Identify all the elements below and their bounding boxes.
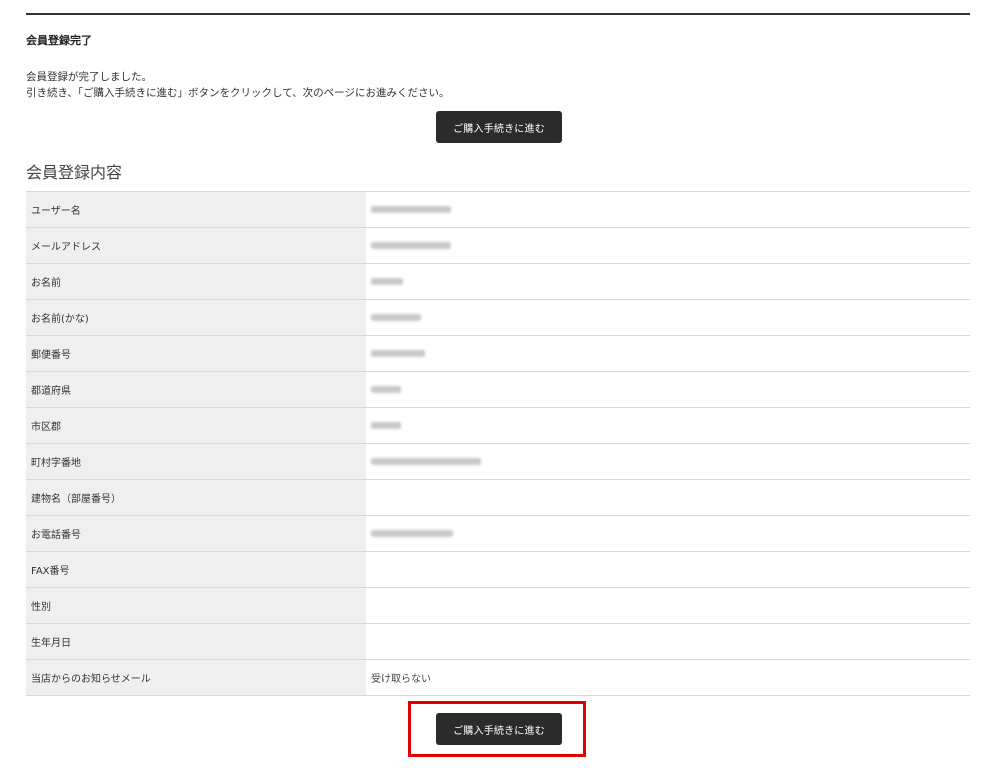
row-label-city: 市区郡 bbox=[26, 407, 366, 444]
row-value-street-address bbox=[366, 443, 970, 480]
redacted-value bbox=[371, 385, 401, 393]
table-row: ユーザー名 bbox=[26, 191, 970, 228]
row-value-name bbox=[366, 263, 970, 300]
row-label-prefecture: 都道府県 bbox=[26, 371, 366, 408]
table-row: お名前(かな) bbox=[26, 299, 970, 336]
table-row: 町村字番地 bbox=[26, 443, 970, 480]
completion-message-line: 会員登録が完了しました。 bbox=[26, 71, 152, 83]
redacted-value bbox=[371, 349, 425, 357]
table-row: お名前 bbox=[26, 263, 970, 300]
redacted-value bbox=[371, 205, 451, 213]
row-label-birthday: 生年月日 bbox=[26, 623, 366, 660]
row-label-email: メールアドレス bbox=[26, 227, 366, 264]
redacted-value bbox=[371, 421, 401, 429]
proceed-to-checkout-button[interactable]: ご購入手続きに進む bbox=[436, 111, 562, 143]
table-row: 当店からのお知らせメール 受け取らない bbox=[26, 659, 970, 696]
row-label-postal-code: 郵便番号 bbox=[26, 335, 366, 372]
redacted-value bbox=[371, 277, 403, 285]
row-value-postal-code bbox=[366, 335, 970, 372]
table-row: 都道府県 bbox=[26, 371, 970, 408]
registration-details-title: 会員登録内容 bbox=[26, 163, 123, 182]
redacted-value bbox=[371, 241, 451, 249]
table-row: FAX番号 bbox=[26, 551, 970, 588]
row-label-newsletter: 当店からのお知らせメール bbox=[26, 659, 366, 696]
row-label-fax: FAX番号 bbox=[26, 551, 366, 588]
row-value-email bbox=[366, 227, 970, 264]
completion-message: 会員登録が完了しました。 引き続き、「ご購入手続きに進む」ボタンをクリックして、… bbox=[26, 69, 449, 101]
row-value-prefecture bbox=[366, 371, 970, 408]
row-label-name-kana: お名前(かな) bbox=[26, 299, 366, 336]
row-value-newsletter: 受け取らない bbox=[366, 659, 970, 696]
table-row: 郵便番号 bbox=[26, 335, 970, 372]
row-label-name: お名前 bbox=[26, 263, 366, 300]
row-label-street-address: 町村字番地 bbox=[26, 443, 366, 480]
row-value-phone bbox=[366, 515, 970, 552]
top-divider bbox=[26, 13, 970, 15]
row-value-building bbox=[366, 479, 970, 516]
row-label-building: 建物名（部屋番号） bbox=[26, 479, 366, 516]
redacted-value bbox=[371, 529, 453, 537]
row-value-city bbox=[366, 407, 970, 444]
registration-complete-heading: 会員登録完了 bbox=[26, 34, 92, 47]
row-value-gender bbox=[366, 587, 970, 624]
table-row: お電話番号 bbox=[26, 515, 970, 552]
table-row: メールアドレス bbox=[26, 227, 970, 264]
row-value-birthday bbox=[366, 623, 970, 660]
row-label-gender: 性別 bbox=[26, 587, 366, 624]
redacted-value bbox=[371, 457, 481, 465]
registration-details-table: ユーザー名 メールアドレス お名前 お名前(かな) 郵便番号 都道府県 市区郡 … bbox=[26, 191, 970, 696]
row-value-name-kana bbox=[366, 299, 970, 336]
row-value-fax bbox=[366, 551, 970, 588]
table-row: 性別 bbox=[26, 587, 970, 624]
table-row: 生年月日 bbox=[26, 623, 970, 660]
table-row: 建物名（部屋番号） bbox=[26, 479, 970, 516]
instruction-message-line: 引き続き、「ご購入手続きに進む」ボタンをクリックして、次のページにお進みください… bbox=[26, 87, 450, 99]
row-label-username: ユーザー名 bbox=[26, 191, 366, 228]
redacted-value bbox=[371, 313, 421, 321]
row-label-phone: お電話番号 bbox=[26, 515, 366, 552]
proceed-to-checkout-button-bottom[interactable]: ご購入手続きに進む bbox=[436, 713, 562, 745]
table-row: 市区郡 bbox=[26, 407, 970, 444]
row-value-username bbox=[366, 191, 970, 228]
